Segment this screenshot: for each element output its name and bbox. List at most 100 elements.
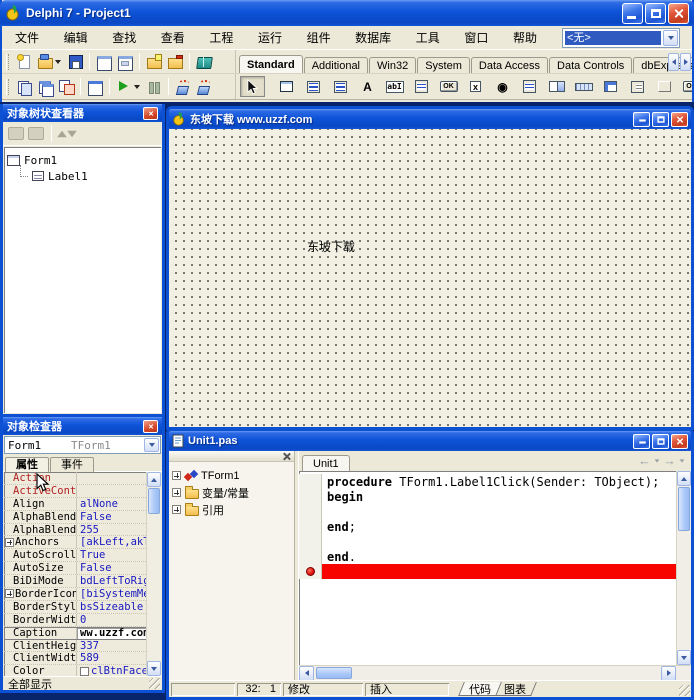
combobox-component[interactable] <box>544 76 569 97</box>
object-inspector-titlebar[interactable]: 对象检查器 <box>3 417 162 435</box>
palette-tab-data-access[interactable]: Data Access <box>471 57 548 73</box>
toolbar-grip[interactable] <box>6 54 9 70</box>
code-scroll-up-icon[interactable] <box>677 471 691 486</box>
open-file-button[interactable] <box>35 52 64 72</box>
combo-dropdown-icon[interactable] <box>663 30 678 46</box>
expand-icon[interactable] <box>5 538 14 547</box>
move-up-icon[interactable] <box>59 132 65 136</box>
mainmenu-component[interactable] <box>301 76 326 97</box>
palette-tab-standard[interactable]: Standard <box>239 55 303 73</box>
remove-from-project-button[interactable] <box>165 52 185 72</box>
navigate-forward-icon[interactable]: → <box>663 453 676 468</box>
menu-item-7[interactable]: 数据库 <box>354 27 392 48</box>
close-button[interactable] <box>668 3 689 24</box>
expand-icon[interactable] <box>5 589 14 598</box>
inspector-tab-事件[interactable]: 事件 <box>50 457 94 472</box>
property-row-autosize[interactable]: AutoSizeFalse <box>4 562 146 575</box>
code-scroll-left-icon[interactable] <box>299 666 314 681</box>
view-units-button[interactable] <box>14 77 34 97</box>
listbox-component[interactable] <box>517 76 542 97</box>
property-row-clientheight[interactable]: ClientHeight337 <box>4 640 146 653</box>
navigate-back-icon[interactable]: ← <box>638 453 651 468</box>
code-explorer-tree[interactable]: TForm1变量/常量引用 <box>169 462 294 680</box>
menu-item-10[interactable]: 帮助 <box>512 27 538 48</box>
palette-tab-additional[interactable]: Additional <box>304 57 368 73</box>
popupmenu-component[interactable] <box>328 76 353 97</box>
property-row-borderwidth[interactable]: BorderWidth0 <box>4 614 146 627</box>
property-row-bordericons[interactable]: BorderIcons[biSystemMenu <box>4 588 146 601</box>
code-vertical-scrollbar[interactable] <box>676 471 691 665</box>
code-maximize-button[interactable] <box>652 434 669 449</box>
palette-scroll-right-button[interactable] <box>680 53 691 71</box>
form-design-surface[interactable]: 东坡下载 <box>169 129 691 427</box>
form-titlebar[interactable]: 东坡下载 www.uzzf.com <box>169 109 691 129</box>
toolbar-grip[interactable] <box>6 79 9 95</box>
view-forms-button[interactable] <box>35 77 55 97</box>
toggle-form-unit-button[interactable] <box>56 77 76 97</box>
save-file-button[interactable] <box>65 52 85 72</box>
move-down-icon[interactable] <box>69 132 75 136</box>
property-row-action[interactable]: Action <box>4 472 146 485</box>
palette-scroll-left-button[interactable] <box>668 53 679 71</box>
code-scroll-right-icon[interactable] <box>661 666 676 681</box>
explorer-item-变量/常量[interactable]: 变量/常量 <box>172 484 291 501</box>
tab-unit1[interactable]: Unit1 <box>302 455 350 471</box>
menu-item-2[interactable]: 查找 <box>111 27 137 48</box>
memo-component[interactable] <box>409 76 434 97</box>
palette-tab-system[interactable]: System <box>417 57 470 73</box>
checkbox-component[interactable]: x <box>463 76 488 97</box>
new-item-icon[interactable] <box>8 127 24 140</box>
new-form-button[interactable] <box>85 77 105 97</box>
object-treeview-close-button[interactable] <box>143 107 158 120</box>
panel-component[interactable] <box>652 76 677 97</box>
object-selector-combo[interactable]: Form1 TForm1 <box>4 436 161 454</box>
trace-into-button[interactable] <box>173 77 193 97</box>
property-row-bidimode[interactable]: BiDiModebdLeftToRight <box>4 575 146 588</box>
edit-component[interactable]: abI <box>382 76 407 97</box>
forward-history-icon[interactable] <box>680 459 685 462</box>
expand-icon[interactable] <box>172 488 181 497</box>
step-over-button[interactable] <box>194 77 214 97</box>
code-close-button[interactable] <box>671 434 688 449</box>
code-hscroll-thumb[interactable] <box>316 667 352 679</box>
menu-item-1[interactable]: 编辑 <box>63 27 89 48</box>
object-treeview-titlebar[interactable]: 对象树状查看器 <box>3 104 162 122</box>
code-scroll-thumb[interactable] <box>678 487 690 531</box>
property-row-activecontro[interactable]: ActiveContro <box>4 485 146 498</box>
radiogroup-component[interactable] <box>625 76 650 97</box>
groupbox-component[interactable] <box>598 76 623 97</box>
object-tree[interactable]: Form1Label1 <box>4 147 161 413</box>
breakpoint-icon[interactable] <box>306 567 315 576</box>
menu-item-0[interactable]: 文件 <box>14 27 40 48</box>
pointer-tool[interactable] <box>240 76 265 97</box>
object-inspector-close-button[interactable] <box>143 420 158 433</box>
delete-item-icon[interactable] <box>28 127 44 140</box>
scroll-down-icon[interactable] <box>147 661 161 676</box>
property-row-clientwidth[interactable]: ClientWidth589 <box>4 652 146 665</box>
treeview-item-form1[interactable]: Form1 <box>7 152 158 168</box>
menu-item-3[interactable]: 查看 <box>160 27 186 48</box>
code-explorer-close-icon[interactable] <box>282 452 291 461</box>
menu-item-8[interactable]: 工具 <box>415 27 441 48</box>
property-row-alphablendva[interactable]: AlphaBlendVa255 <box>4 524 146 537</box>
actionlist-component[interactable]: OK <box>679 76 692 97</box>
add-to-project-button[interactable] <box>144 52 164 72</box>
property-row-caption[interactable]: Captionww.uzzf.com <box>4 627 146 640</box>
property-row-autoscroll[interactable]: AutoScrollTrue <box>4 549 146 562</box>
radiobutton-component[interactable]: ◉ <box>490 76 515 97</box>
minimize-button[interactable] <box>622 3 643 24</box>
explorer-item-引用[interactable]: 引用 <box>172 501 291 518</box>
property-row-color[interactable]: ColorclBtnFace <box>4 665 146 676</box>
new-file-button[interactable] <box>14 52 34 72</box>
expand-icon[interactable] <box>172 471 181 480</box>
form-minimize-button[interactable] <box>633 112 650 127</box>
treeview-item-label1[interactable]: Label1 <box>7 168 158 184</box>
palette-tab-win32[interactable]: Win32 <box>369 57 416 73</box>
inspector-scrollbar[interactable] <box>146 472 161 676</box>
property-row-anchors[interactable]: Anchors[akLeft,akTop <box>4 536 146 549</box>
code-horizontal-scrollbar[interactable] <box>299 665 691 680</box>
bottom-tab-代码[interactable]: 代码 <box>458 682 502 696</box>
expand-icon[interactable] <box>172 505 181 514</box>
pause-button[interactable] <box>144 77 164 97</box>
property-row-alphablend[interactable]: AlphaBlendFalse <box>4 511 146 524</box>
